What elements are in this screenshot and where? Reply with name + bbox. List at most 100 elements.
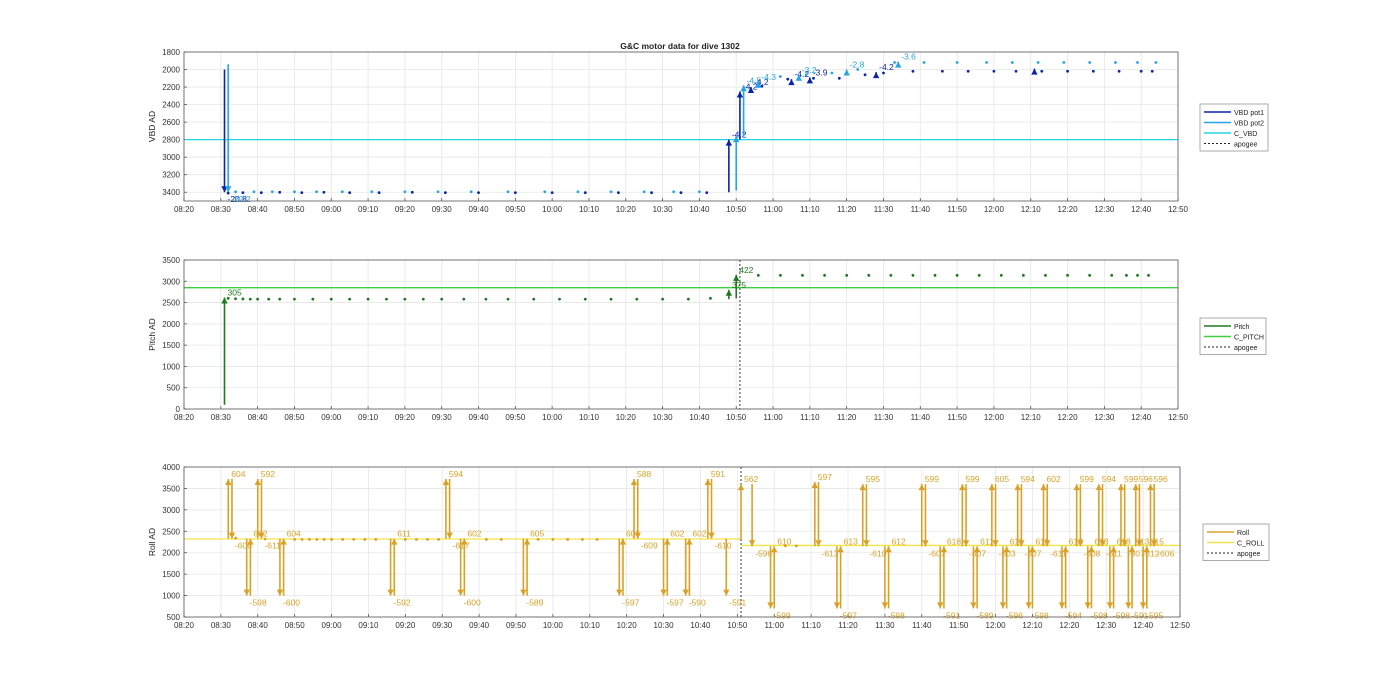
x-tick-label: 08:20 <box>174 205 195 214</box>
x-tick-label: 11:10 <box>801 621 821 630</box>
move-label: 612 <box>892 536 906 546</box>
x-tick-label: 12:20 <box>1059 621 1080 630</box>
x-tick-label: 12:10 <box>1021 205 1042 214</box>
data-point <box>1062 61 1066 64</box>
data-point <box>348 297 352 301</box>
y-tick-label: 2500 <box>162 299 180 308</box>
data-point <box>1139 69 1143 73</box>
x-tick-label: 12:30 <box>1094 413 1115 422</box>
x-tick-label: 11:30 <box>874 205 894 214</box>
data-point <box>609 297 613 301</box>
data-point <box>241 191 245 195</box>
legend-label: VBD pot1 <box>1234 110 1264 117</box>
data-point <box>385 297 388 301</box>
move-label: 305 <box>227 287 241 297</box>
data-point <box>499 538 503 541</box>
x-tick-label: 10:50 <box>727 621 748 630</box>
data-point <box>437 538 440 541</box>
x-tick-label: 08:50 <box>284 413 305 422</box>
x-tick-label: 09:50 <box>505 413 526 422</box>
data-point <box>830 71 834 75</box>
data-point <box>709 296 712 300</box>
data-point <box>583 191 587 195</box>
data-point <box>477 191 480 195</box>
move-label: 599 <box>1124 474 1138 484</box>
move-label: -597 <box>840 610 857 620</box>
data-point <box>366 297 370 301</box>
x-tick-label: 11:10 <box>800 205 820 214</box>
x-tick-label: 12:50 <box>1168 205 1189 214</box>
move-label: -600 <box>283 598 300 608</box>
x-tick-label: 12:30 <box>1094 205 1115 214</box>
move-label: -600 <box>464 598 481 608</box>
data-point <box>1091 69 1095 73</box>
move-label: 592 <box>261 469 275 479</box>
move-label: 602 <box>670 529 684 539</box>
data-point <box>340 190 344 194</box>
data-point <box>377 191 381 195</box>
x-tick-label: 09:30 <box>432 621 453 630</box>
y-tick-label: 3500 <box>162 256 180 265</box>
data-point <box>278 190 282 194</box>
x-tick-label: 10:30 <box>654 621 675 630</box>
move-label: -4.3 <box>761 72 776 82</box>
data-point <box>837 76 841 80</box>
x-tick-label: 11:30 <box>874 413 894 422</box>
data-point <box>352 538 356 541</box>
x-tick-label: 09:10 <box>358 621 379 630</box>
y-tick-label: 2200 <box>162 83 180 92</box>
data-point <box>293 297 296 301</box>
y-tick-label: 2000 <box>162 66 180 75</box>
move-label: -599 <box>774 610 791 620</box>
data-point <box>374 538 378 541</box>
move-label: -591 <box>729 598 746 608</box>
data-point <box>804 73 808 77</box>
legend-label: Pitch <box>1234 324 1250 331</box>
move-label: -589 <box>976 610 993 620</box>
x-tick-label: 11:20 <box>837 413 857 422</box>
data-point <box>263 537 267 541</box>
move-label: 591 <box>711 469 725 479</box>
move-label: -3.6 <box>901 52 916 62</box>
x-tick-label: 10:50 <box>726 205 747 214</box>
move-label: 596 <box>1139 474 1153 484</box>
move-label: 618 <box>947 536 961 546</box>
x-tick-label: 12:20 <box>1058 413 1079 422</box>
move-label: -3.9 <box>813 67 828 77</box>
data-point <box>672 190 676 194</box>
data-point <box>270 190 274 194</box>
move-label: -589 <box>526 598 543 608</box>
move-label: -595 <box>1146 610 1163 620</box>
x-tick-label: 12:20 <box>1058 205 1079 214</box>
data-point <box>581 538 584 541</box>
data-point <box>933 273 937 277</box>
data-point <box>783 544 787 548</box>
data-point <box>421 297 425 301</box>
x-tick-label: 10:40 <box>689 413 710 422</box>
x-tick-label: 09:10 <box>358 413 379 422</box>
data-point <box>293 538 297 541</box>
x-tick-label: 11:20 <box>838 621 858 630</box>
data-point <box>1044 273 1047 277</box>
data-point <box>410 190 414 194</box>
x-tick-label: 12:50 <box>1170 621 1191 630</box>
data-point <box>506 190 510 194</box>
x-tick-label: 10:50 <box>726 413 747 422</box>
data-point <box>1021 273 1025 277</box>
data-point <box>234 536 238 540</box>
data-point <box>845 273 849 277</box>
data-point <box>1125 273 1128 277</box>
data-point <box>513 191 517 195</box>
data-point <box>426 538 429 541</box>
move-label: 602 <box>467 529 481 539</box>
move-label: 604 <box>287 529 301 539</box>
x-tick-label: 12:30 <box>1096 621 1117 630</box>
data-point <box>1066 69 1069 73</box>
data-point <box>882 71 885 75</box>
y-tick-label: 2000 <box>162 549 180 558</box>
data-point <box>595 538 599 541</box>
data-point <box>506 297 510 301</box>
data-point <box>558 297 561 301</box>
data-point <box>1088 273 1092 277</box>
x-tick-label: 08:50 <box>285 621 306 630</box>
